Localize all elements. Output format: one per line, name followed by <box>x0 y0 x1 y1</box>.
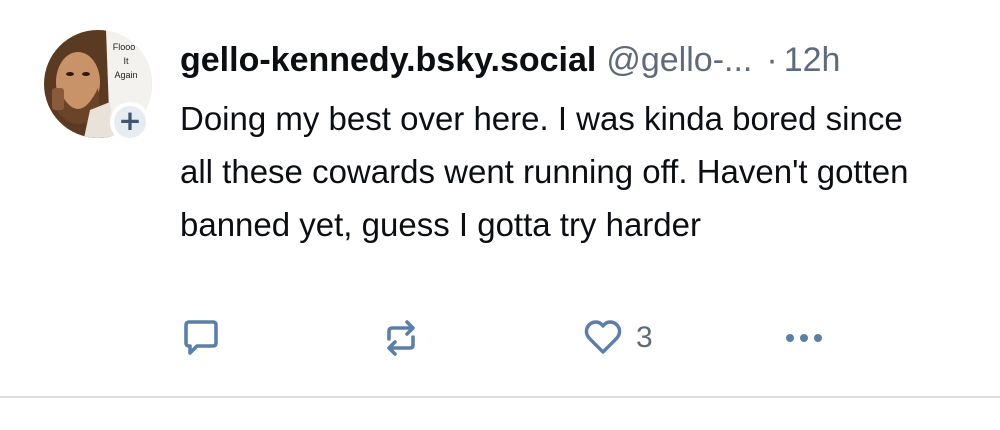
like-button[interactable]: 3 <box>582 316 653 360</box>
repost-button[interactable] <box>380 316 422 360</box>
plus-icon: + <box>118 104 142 137</box>
post[interactable]: Flooo It Again + gello-kennedy.bsky.soci… <box>0 0 1000 396</box>
separator-dot: · <box>766 41 778 79</box>
more-options-button[interactable] <box>780 316 828 360</box>
post-text: Doing my best over here. I was kinda bor… <box>180 100 909 243</box>
avatar-text-2: It <box>123 56 129 66</box>
avatar-container[interactable]: Flooo It Again + <box>44 30 156 142</box>
reply-icon <box>184 320 218 355</box>
post-header: gello-kennedy.bsky.social @gello-... · 12h <box>180 38 980 82</box>
reply-button[interactable] <box>180 316 222 360</box>
heart-icon <box>584 320 622 354</box>
avatar-text-3: Again <box>114 70 137 80</box>
more-icon <box>786 334 822 342</box>
display-name[interactable]: gello-kennedy.bsky.social <box>180 41 596 79</box>
timestamp[interactable]: 12h <box>784 41 841 79</box>
follow-button[interactable]: + <box>110 102 150 142</box>
handle[interactable]: @gello-... <box>606 41 752 79</box>
avatar-text-1: Flooo <box>113 42 136 52</box>
action-bar: 3 <box>180 316 860 360</box>
repost-icon <box>387 320 415 356</box>
like-count: 3 <box>636 321 653 354</box>
post-divider <box>0 396 1000 398</box>
